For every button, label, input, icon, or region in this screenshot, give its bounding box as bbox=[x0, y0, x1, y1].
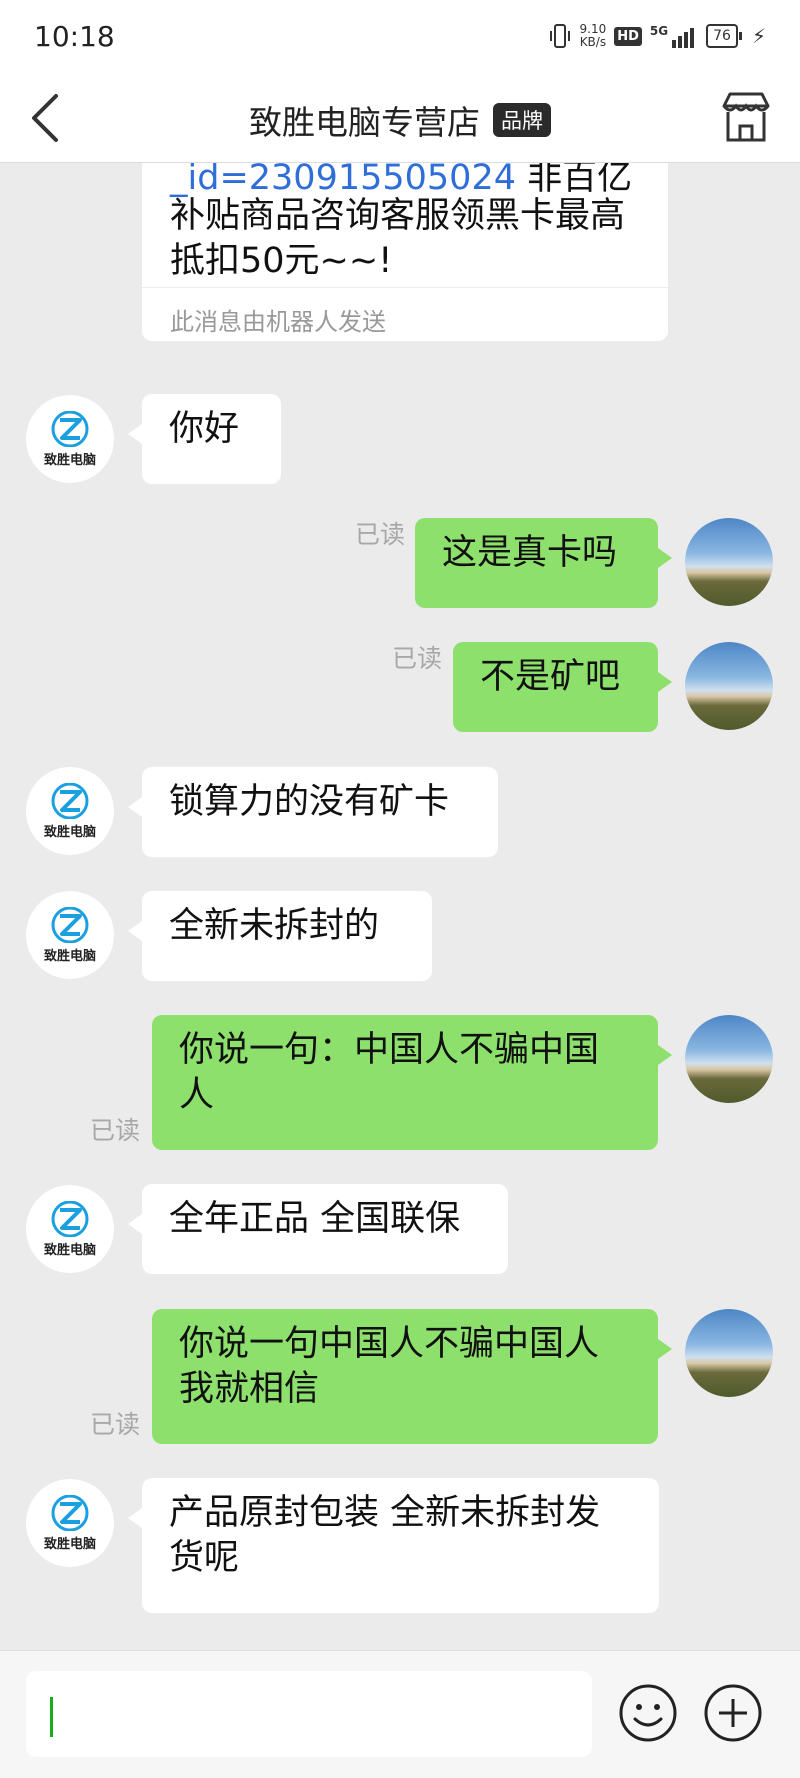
storefront-icon[interactable] bbox=[718, 90, 774, 146]
auto-reply-card: _id=230915505024 非百亿 补贴商品咨询客服领黑卡最高抵扣50元~… bbox=[142, 163, 668, 341]
robot-note: 此消息由机器人发送 bbox=[170, 308, 386, 336]
read-receipt: 已读 bbox=[355, 520, 406, 549]
charging-icon: ⚡ bbox=[751, 24, 766, 48]
user-avatar[interactable] bbox=[685, 518, 773, 606]
message-bubble-incoming[interactable]: 你好 bbox=[128, 394, 281, 484]
chat-header: 致胜电脑专营店 品牌 bbox=[0, 72, 800, 163]
battery-level: 76 bbox=[713, 28, 731, 44]
store-avatar[interactable]: 致胜电脑 bbox=[26, 395, 114, 483]
store-logo-icon bbox=[51, 1200, 89, 1237]
read-receipt: 已读 bbox=[392, 644, 443, 673]
hd-badge: HD bbox=[614, 26, 642, 46]
message-bubble-outgoing[interactable]: 不是矿吧 bbox=[453, 642, 672, 732]
network-speed: 9.10 KB/s bbox=[580, 23, 607, 49]
store-logo-label: 致胜电脑 bbox=[43, 824, 96, 840]
store-logo-icon bbox=[51, 782, 89, 819]
store-logo-icon bbox=[51, 1494, 89, 1531]
user-avatar[interactable] bbox=[685, 1309, 773, 1397]
message-bubble-outgoing[interactable]: 这是真卡吗 bbox=[415, 518, 672, 608]
divider bbox=[142, 287, 668, 288]
speed-unit: KB/s bbox=[579, 35, 607, 49]
message-input[interactable] bbox=[26, 1671, 592, 1757]
smiley-icon[interactable] bbox=[618, 1683, 678, 1743]
page-title: 致胜电脑专营店 bbox=[248, 103, 480, 142]
user-avatar[interactable] bbox=[685, 1015, 773, 1103]
message-bubble-incoming[interactable]: 锁算力的没有矿卡 bbox=[128, 767, 498, 857]
message-bubble-outgoing[interactable]: 你说一句中国人不骗中国人我就相信 bbox=[152, 1309, 672, 1444]
status-time: 10:18 bbox=[34, 20, 115, 53]
product-link[interactable]: _id=230915505024 bbox=[170, 163, 516, 198]
plus-circle-icon[interactable] bbox=[703, 1683, 763, 1743]
store-avatar[interactable]: 致胜电脑 bbox=[26, 1185, 114, 1273]
store-logo-label: 致胜电脑 bbox=[43, 1536, 96, 1552]
input-bar bbox=[0, 1650, 800, 1778]
battery-icon: 76 bbox=[706, 24, 742, 48]
vibrate-icon bbox=[549, 24, 570, 48]
message-bubble-outgoing[interactable]: 你说一句：中国人不骗中国人 bbox=[152, 1015, 672, 1150]
store-logo-icon bbox=[51, 410, 89, 447]
auto-reply-tail: 非百亿 bbox=[515, 163, 633, 198]
signal-icon: 5G bbox=[649, 24, 695, 48]
store-avatar[interactable]: 致胜电脑 bbox=[26, 891, 114, 979]
message-bubble-incoming[interactable]: 全新未拆封的 bbox=[128, 891, 432, 981]
message-bubble-incoming[interactable]: 产品原封包装 全新未拆封发货呢 bbox=[128, 1478, 659, 1613]
store-logo-label: 致胜电脑 bbox=[43, 1242, 96, 1258]
brand-badge: 品牌 bbox=[493, 103, 552, 137]
read-receipt: 已读 bbox=[90, 1410, 141, 1439]
header-title-wrap: 致胜电脑专营店 品牌 bbox=[0, 96, 800, 144]
status-bar: 10:18 9.10 KB/s HD 5G 76 ⚡ bbox=[0, 0, 800, 72]
chat-area[interactable]: _id=230915505024 非百亿 补贴商品咨询客服领黑卡最高抵扣50元~… bbox=[0, 163, 800, 1650]
store-logo-icon bbox=[51, 906, 89, 943]
store-avatar[interactable]: 致胜电脑 bbox=[26, 767, 114, 855]
auto-reply-body: 补贴商品咨询客服领黑卡最高抵扣50元~~! bbox=[170, 196, 626, 281]
message-bubble-incoming[interactable]: 全年正品 全国联保 bbox=[128, 1184, 508, 1274]
store-logo-label: 致胜电脑 bbox=[43, 452, 96, 468]
status-icons: 9.10 KB/s HD 5G 76 ⚡ bbox=[548, 18, 766, 54]
text-caret bbox=[50, 1697, 53, 1737]
store-logo-label: 致胜电脑 bbox=[43, 948, 96, 964]
store-avatar[interactable]: 致胜电脑 bbox=[26, 1479, 114, 1567]
user-avatar[interactable] bbox=[685, 642, 773, 730]
network-type: 5G bbox=[649, 24, 669, 38]
read-receipt: 已读 bbox=[90, 1116, 141, 1145]
